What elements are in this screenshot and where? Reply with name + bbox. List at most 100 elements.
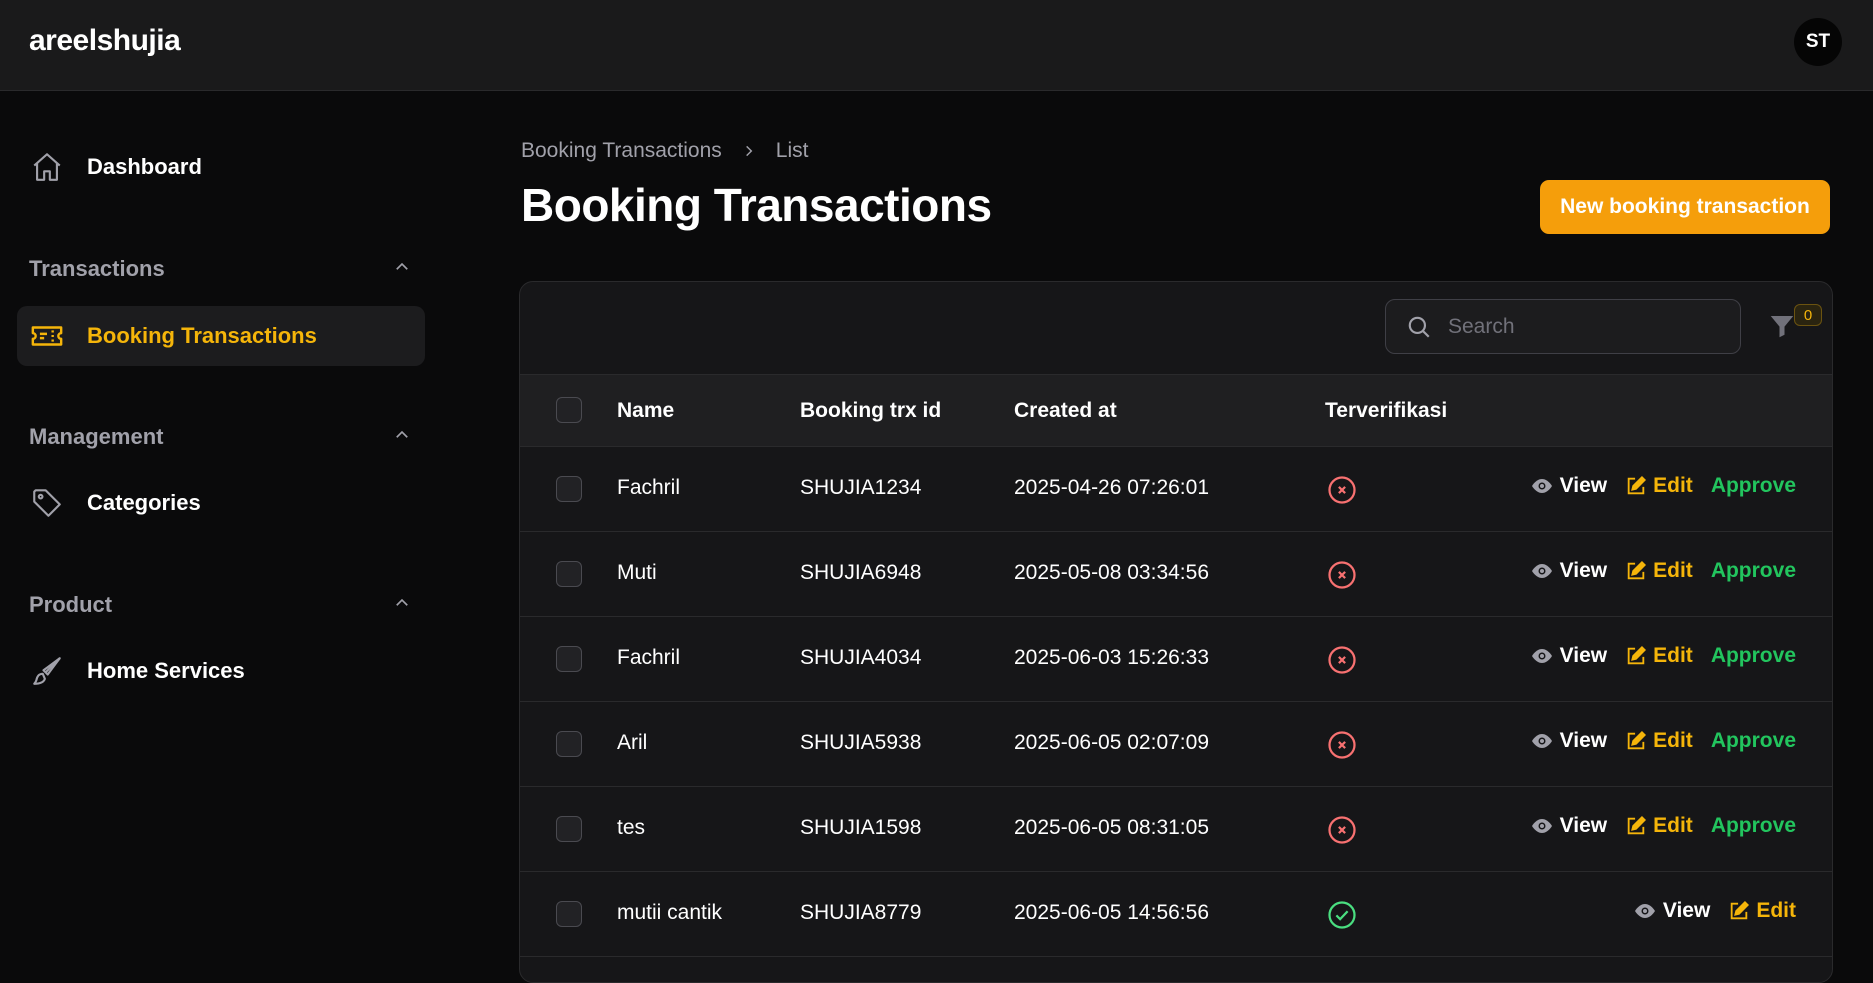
column-header-name[interactable]: Name [617, 399, 674, 423]
cell-trx-id: SHUJIA8779 [800, 901, 922, 924]
row-checkbox[interactable] [556, 646, 582, 672]
cell-created-at: 2025-06-05 14:56:56 [1014, 901, 1209, 924]
row-checkbox[interactable] [556, 731, 582, 757]
edit-button[interactable]: Edit [1728, 899, 1796, 923]
view-button[interactable]: View [1633, 899, 1710, 923]
column-header-created-at[interactable]: Created at [1014, 399, 1117, 423]
sidebar-item-categories[interactable]: Categories [17, 473, 425, 533]
cell-trx-id: SHUJIA1598 [800, 816, 922, 839]
x-circle-icon [1327, 815, 1357, 845]
edit-button[interactable]: Edit [1625, 474, 1693, 498]
pencil-square-icon [1627, 475, 1647, 495]
approve-button[interactable]: Approve [1711, 559, 1796, 583]
approve-button[interactable]: Approve [1711, 644, 1796, 668]
table-row: Fachril SHUJIA1234 2025-04-26 07:26:01 V… [520, 447, 1832, 532]
x-circle-icon [1327, 730, 1357, 760]
ticket-icon [29, 318, 65, 354]
tag-icon [29, 485, 65, 521]
row-actions: View Edit Approve [1512, 559, 1796, 583]
sidebar-item-booking-transactions[interactable]: Booking Transactions [17, 306, 425, 366]
search-field[interactable] [1385, 299, 1741, 354]
view-button[interactable]: View [1530, 729, 1607, 753]
sidebar-item-label: Booking Transactions [87, 323, 317, 348]
filter-button[interactable]: 0 [1767, 304, 1822, 350]
table-row: tes SHUJIA1598 2025-06-05 08:31:05 View … [520, 787, 1832, 872]
group-transactions[interactable]: Transactions [29, 254, 411, 284]
cell-created-at: 2025-04-26 07:26:01 [1014, 476, 1209, 499]
cell-name: mutii cantik [617, 901, 723, 924]
pencil-square-icon [1627, 815, 1647, 835]
x-circle-icon [1327, 560, 1357, 590]
row-actions: View Edit [1615, 899, 1796, 923]
select-all-checkbox[interactable] [556, 397, 582, 423]
row-checkbox[interactable] [556, 901, 582, 927]
sidebar-item-label: Home Services [87, 658, 245, 683]
cell-name: Fachril [617, 476, 681, 499]
cell-trx-id: SHUJIA6948 [800, 561, 922, 584]
row-actions: View Edit Approve [1512, 644, 1796, 668]
search-icon [1406, 314, 1432, 340]
table-row: mutii cantik SHUJIA8779 2025-06-05 14:56… [520, 872, 1832, 957]
breadcrumb-parent[interactable]: Booking Transactions [521, 139, 722, 163]
eye-icon [1531, 734, 1552, 748]
cell-trx-id: SHUJIA1234 [800, 476, 922, 499]
brand-logo[interactable]: areelshujia [29, 24, 181, 58]
pencil-square-icon [1627, 730, 1647, 750]
group-label: Transactions [29, 256, 165, 281]
row-checkbox[interactable] [556, 476, 582, 502]
sidebar-item-home-services[interactable]: Home Services [17, 641, 425, 701]
cell-name: Aril [617, 731, 648, 754]
view-button[interactable]: View [1530, 559, 1607, 583]
cell-name: Muti [617, 561, 657, 584]
breadcrumb-current: List [775, 139, 809, 162]
edit-button[interactable]: Edit [1625, 729, 1693, 753]
search-input[interactable] [1446, 313, 1700, 340]
edit-button[interactable]: Edit [1625, 644, 1693, 668]
eye-icon [1531, 564, 1552, 578]
cell-trx-id: SHUJIA5938 [800, 731, 922, 754]
pencil-square-icon [1731, 900, 1750, 920]
sidebar-item-dashboard[interactable]: Dashboard [17, 137, 425, 197]
row-checkbox[interactable] [556, 816, 582, 842]
cell-created-at: 2025-06-03 15:26:33 [1014, 646, 1209, 669]
group-label: Product [29, 592, 113, 617]
column-header-terverifikasi[interactable]: Terverifikasi [1325, 399, 1447, 423]
eye-icon [1531, 649, 1552, 663]
cell-trx-id: SHUJIA4034 [800, 646, 922, 669]
breadcrumb: Booking Transactions List [521, 139, 808, 163]
group-management[interactable]: Management [29, 422, 411, 452]
row-checkbox[interactable] [556, 561, 582, 587]
pencil-square-icon [1627, 560, 1647, 580]
column-header-booking-trx-id[interactable]: Booking trx id [800, 399, 941, 423]
group-label: Management [29, 424, 164, 449]
new-booking-transaction-button[interactable]: New booking transaction [1540, 180, 1830, 234]
cell-created-at: 2025-06-05 02:07:09 [1014, 731, 1209, 754]
check-circle-icon [1327, 900, 1357, 930]
chevron-right-icon [742, 144, 756, 158]
pencil-square-icon [1627, 645, 1647, 665]
filter-count-badge: 0 [1794, 304, 1822, 326]
eye-icon [1634, 904, 1655, 918]
row-actions: View Edit Approve [1512, 814, 1796, 838]
chevron-up-icon[interactable] [393, 594, 411, 617]
chevron-up-icon[interactable] [393, 426, 411, 449]
group-product[interactable]: Product [29, 590, 411, 620]
view-button[interactable]: View [1530, 814, 1607, 838]
approve-button[interactable]: Approve [1711, 814, 1796, 838]
user-avatar[interactable]: ST [1794, 18, 1842, 66]
cell-created-at: 2025-06-05 08:31:05 [1014, 816, 1209, 839]
eye-icon [1531, 479, 1552, 493]
edit-button[interactable]: Edit [1625, 814, 1693, 838]
view-button[interactable]: View [1530, 474, 1607, 498]
table-row: Aril SHUJIA5938 2025-06-05 02:07:09 View… [520, 702, 1832, 787]
home-icon [29, 149, 65, 185]
view-button[interactable]: View [1530, 644, 1607, 668]
approve-button[interactable]: Approve [1711, 729, 1796, 753]
cell-name: tes [617, 816, 646, 839]
edit-button[interactable]: Edit [1625, 559, 1693, 583]
table-card: 0 Name Booking trx id Created at Terveri… [519, 281, 1833, 983]
approve-button[interactable]: Approve [1711, 474, 1796, 498]
row-actions: View Edit Approve [1512, 729, 1796, 753]
chevron-up-icon[interactable] [393, 258, 411, 281]
table-row: Muti SHUJIA6948 2025-05-08 03:34:56 View… [520, 532, 1832, 617]
